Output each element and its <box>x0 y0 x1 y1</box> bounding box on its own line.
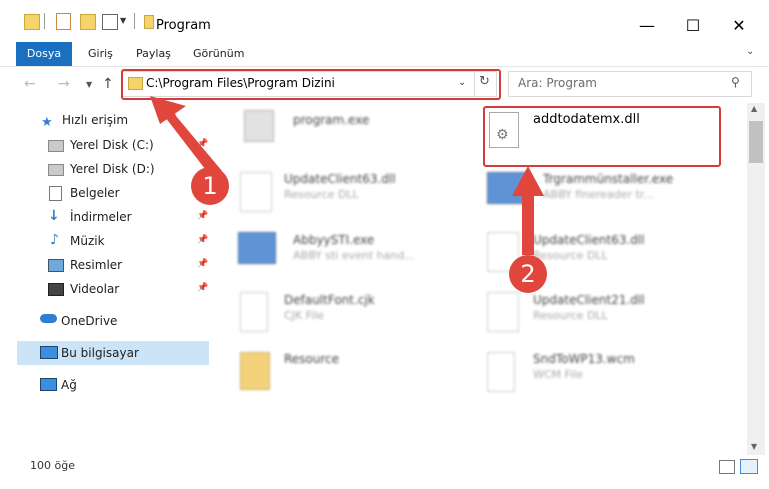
arrow-two <box>522 186 534 255</box>
arrow-two-head <box>512 166 544 196</box>
callout-arrows <box>150 96 544 255</box>
callout-badge-one: 1 <box>191 167 229 205</box>
callout-badge-two: 2 <box>509 255 547 293</box>
